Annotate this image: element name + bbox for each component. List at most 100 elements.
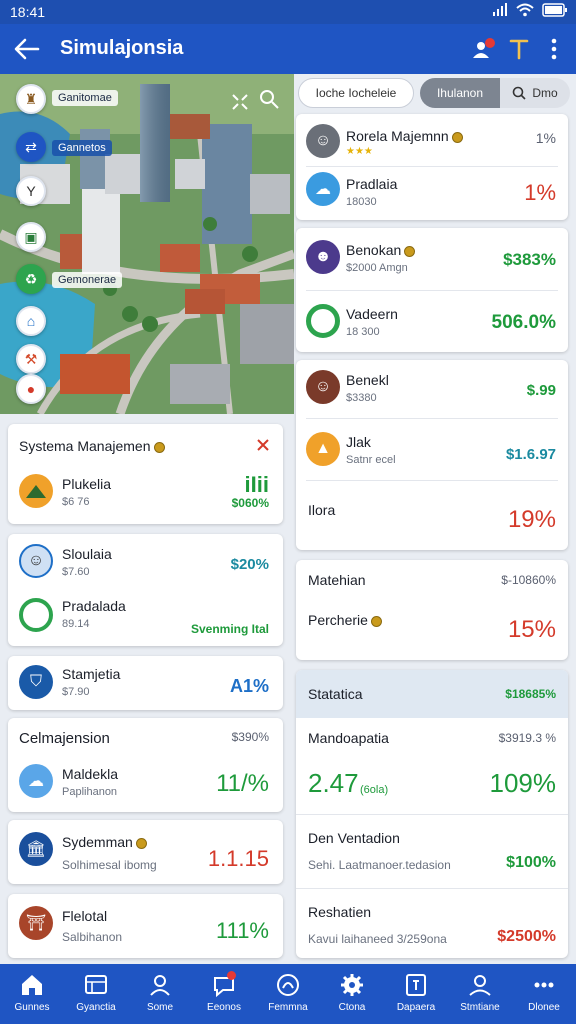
gear-icon (341, 974, 363, 996)
row-value: 11/% (216, 770, 269, 797)
mountain-icon (19, 474, 53, 508)
nav-settings[interactable]: Ctona (320, 964, 384, 1024)
row-name: Reshatien (308, 904, 372, 920)
row-big-sub: (6ola) (360, 784, 389, 796)
map-route-button[interactable]: ⇄ (16, 132, 46, 162)
status-time: 18:41 (10, 4, 46, 20)
nav-home[interactable]: Gunnes (0, 964, 64, 1024)
row-value: $.99 (526, 382, 556, 399)
map-expand-icon[interactable] (230, 92, 250, 112)
coin-icon (451, 131, 463, 143)
row-name: Vadeern (346, 306, 398, 322)
city-map-view[interactable]: ♜ ⇄ Y ▣ ♻ ⌂ ⚒ ● Ganitomae Gannetos Gemon… (0, 74, 294, 414)
row-sub: Salbihanon (62, 930, 123, 944)
row-name: Maldekla (62, 766, 119, 782)
row-name: Mandoapatia (308, 730, 389, 746)
summary-card-5: 🏛 Sydemman Solhimesal ibomg 1.1.15 (8, 820, 283, 884)
summary-card-4: Celmajension $390% ☁ Maldekla Paplihanon… (8, 718, 283, 812)
row-value: $1.6.97 (505, 446, 556, 463)
bottom-navigation: Gunnes Gyanctia Some Eeonos Femmna Ctona… (0, 964, 576, 1024)
row-name: Benokan (346, 242, 416, 258)
wifi-icon (516, 3, 534, 17)
avatar: ☺ (306, 370, 340, 404)
row-name: Plukelia (62, 476, 112, 492)
nav-leaf[interactable]: Femmna (256, 964, 320, 1024)
card-title: Celmajension (19, 730, 110, 747)
row-sub: $2000 Amgn (346, 262, 408, 274)
nav-people[interactable]: Stmtiane (448, 964, 512, 1024)
temple-icon: ⛩ (19, 906, 53, 940)
app-bar: Simulajonsia (0, 24, 576, 74)
map-label-2: Gannetos (52, 140, 112, 156)
row-value: 19% (507, 506, 556, 533)
row-value: Svenming Ital (190, 622, 269, 636)
search-icon (513, 86, 526, 100)
notification-badge (227, 971, 236, 980)
row-sub: $6 76 (62, 496, 90, 508)
map-zone-button[interactable]: ⌂ (16, 306, 46, 336)
map-search-icon[interactable] (258, 88, 280, 110)
map-alert-button[interactable]: ● (16, 374, 46, 404)
map-label-1: Ganitomae (52, 90, 118, 106)
row-value: 506.0% (491, 312, 556, 333)
signal-icon (493, 3, 507, 16)
row-sub: Satnr ecel (346, 454, 396, 466)
map-label-3: Gemonerae (52, 272, 123, 288)
row-name: Jlak (346, 434, 371, 450)
shield-icon: ⛉ (19, 665, 53, 699)
cloud-icon: ☁ (19, 764, 53, 798)
avatar: ☺ (306, 124, 340, 158)
row-name: Matehian (308, 572, 366, 588)
back-arrow-icon[interactable] (12, 36, 40, 62)
home-icon (22, 975, 42, 995)
summary-card-2: ☺ Sloulaia $7.60 $20% Pradalada 89.14 Sv… (8, 534, 283, 646)
more-vert-icon[interactable] (541, 36, 567, 62)
map-filter-button[interactable]: Y (16, 176, 46, 206)
card-title: Systema Manajemen (19, 438, 165, 454)
row-sub: $7.90 (62, 686, 90, 698)
nav-user[interactable]: Some (128, 964, 192, 1024)
ranking-card-3: ☺ Benekl $3380 $.99 ▲ Jlak Satnr ecel $1… (296, 360, 568, 550)
map-eco-button[interactable]: ♻ (16, 264, 46, 294)
map-layer-avatar[interactable]: ♜ (16, 84, 46, 114)
nav-map[interactable]: Gyanctia (64, 964, 128, 1024)
close-icon[interactable] (256, 438, 270, 452)
tool-icon[interactable] (506, 36, 532, 62)
nav-chat[interactable]: Eeonos (192, 964, 256, 1024)
user-icon (150, 975, 170, 996)
row-sub: 18 300 (346, 326, 380, 338)
filter-tabs: Ioche Iocheleie Ihulanon Dmo (296, 78, 572, 110)
row-name: Benekl (346, 372, 389, 388)
row-value: 1% (524, 180, 556, 205)
summary-card-3: ⛉ Stamjetia $7.90 A1% (8, 656, 283, 710)
row-value: iIii (244, 472, 269, 497)
coin-icon (153, 441, 165, 453)
avatar: ☺ (19, 544, 53, 578)
rating-stars-icon: ★★★ (346, 146, 373, 157)
row-value: A1% (229, 676, 269, 696)
row-value: 1.1.15 (207, 846, 269, 871)
coin-icon (404, 245, 416, 257)
coin-icon (135, 837, 147, 849)
tab-ioche[interactable]: Ioche Iocheleie (298, 78, 414, 108)
tab-dmo[interactable]: Dmo (500, 78, 570, 108)
stats-card-2: Statatica $18685% Mandoapatia $3919.3 % … (296, 670, 568, 958)
status-ring-icon (306, 304, 340, 338)
map-layers-button[interactable]: ▣ (16, 222, 46, 252)
avatar: ☻ (306, 240, 340, 274)
tab-ihulanon[interactable]: Ihulanon (420, 78, 500, 108)
notification-user-icon[interactable] (470, 36, 496, 62)
app-title: Simulajonsia (60, 37, 184, 59)
row-name: Den Ventadion (308, 830, 400, 846)
row-sub: $7.60 (62, 566, 90, 578)
coin-icon (370, 615, 382, 627)
row-sub: Sehi. Laatmanoer.tedasion (308, 858, 451, 872)
map-tool-button[interactable]: ⚒ (16, 344, 46, 374)
nav-more[interactable]: Dlonee (512, 964, 576, 1024)
ranking-card-1: ☺ Rorela Majemnn ★★★ 1% ☁ Pradlaia 18030… (296, 114, 568, 220)
cloud-icon: ☁ (306, 172, 340, 206)
people-icon (469, 975, 491, 996)
system-management-card: Systema Manajemen Plukelia $6 76 iIii $0… (8, 424, 283, 524)
nav-task[interactable]: Dapaera (384, 964, 448, 1024)
stats-card-1: Matehian $-10860% Percherie 15% (296, 560, 568, 660)
